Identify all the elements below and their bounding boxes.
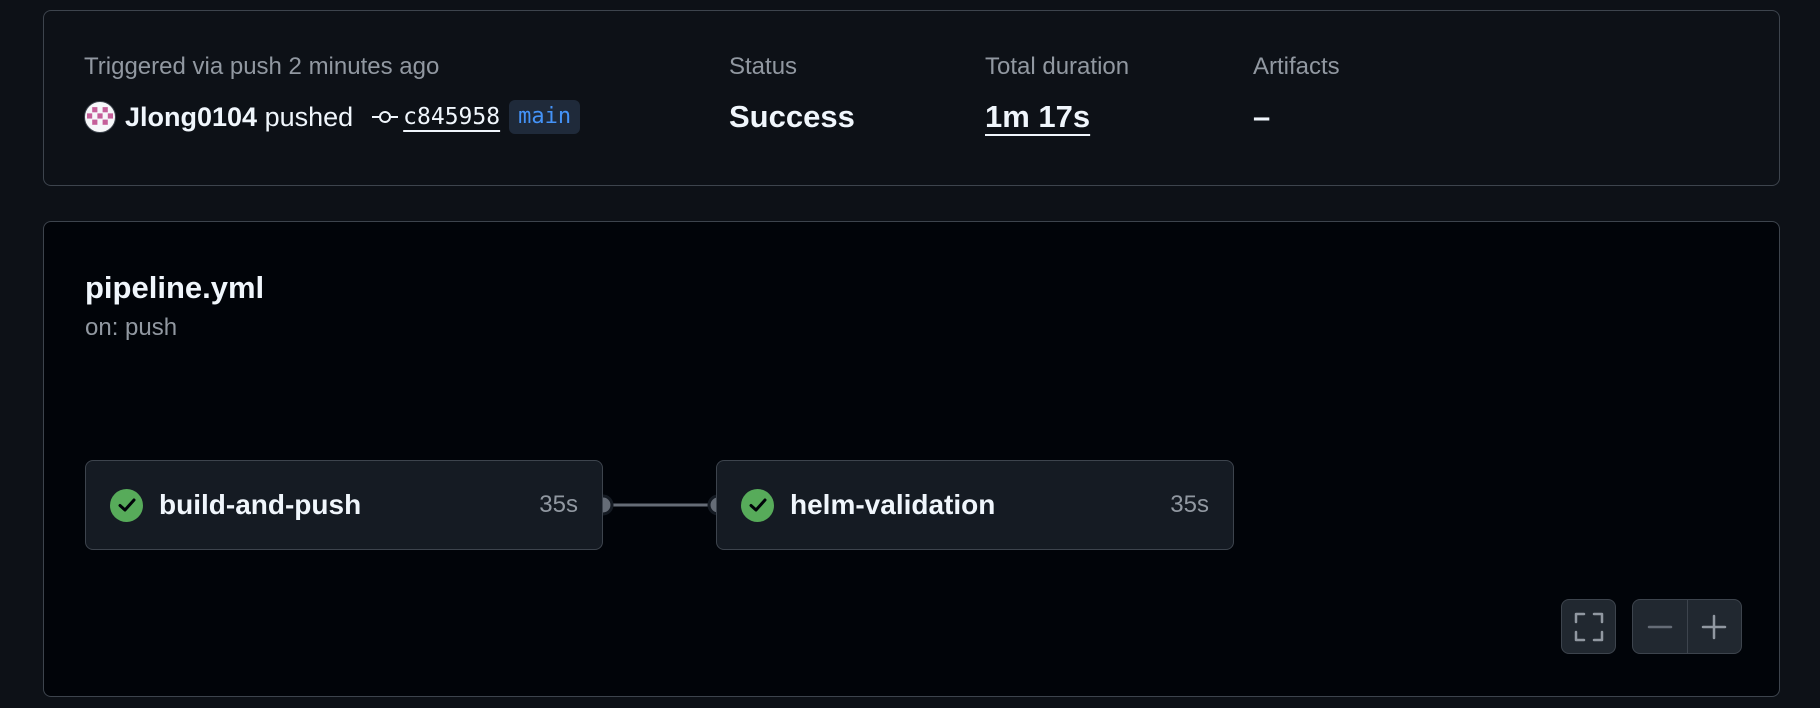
branch-label[interactable]: main (509, 100, 581, 134)
status-column: Status Success (729, 53, 855, 135)
run-summary-card: Triggered via push 2 minutes ago Jlong01… (43, 10, 1780, 186)
artifacts-label: Artifacts (1253, 53, 1340, 80)
artifacts-column: Artifacts – (1253, 53, 1340, 135)
job-connector (592, 494, 729, 516)
check-circle-icon (110, 488, 143, 522)
zoom-out-button[interactable] (1633, 600, 1688, 653)
workflow-trigger: on: push (85, 314, 178, 341)
artifacts-value: – (1253, 99, 1271, 134)
actor-action: pushed (264, 101, 354, 132)
trigger-details: Jlong0104 pushed c845958 main (84, 97, 581, 137)
identicon-icon (87, 107, 113, 125)
job-name: build-and-push (159, 489, 362, 520)
duration-value-link[interactable]: 1m 17s (985, 99, 1129, 135)
job-name: helm-validation (790, 489, 996, 520)
commit-sha-link[interactable]: c845958 (403, 104, 500, 130)
workflow-file-name: pipeline.yml (85, 270, 265, 305)
trigger-label: Triggered via push 2 minutes ago (84, 53, 440, 80)
actor-text: Jlong0104 pushed (125, 102, 353, 133)
zoom-controls (1632, 599, 1742, 654)
trigger-column: Triggered via push 2 minutes ago Jlong01… (84, 53, 581, 137)
minus-icon (1647, 625, 1672, 628)
job-duration: 35s (539, 491, 578, 518)
duration-label: Total duration (985, 53, 1130, 80)
git-commit-icon (371, 109, 399, 125)
fullscreen-button[interactable] (1561, 599, 1616, 654)
job-duration: 35s (1170, 491, 1209, 518)
job-node-build-and-push[interactable]: build-and-push 35s (85, 460, 603, 550)
zoom-in-button[interactable] (1688, 600, 1742, 653)
status-label: Status (729, 53, 798, 80)
fullscreen-icon (1574, 612, 1603, 641)
avatar[interactable] (84, 101, 116, 133)
check-circle-icon (741, 488, 774, 522)
duration-column: Total duration 1m 17s (985, 53, 1129, 135)
actor-name-link[interactable]: Jlong0104 (125, 102, 257, 132)
plus-icon (1702, 614, 1727, 639)
status-value: Success (729, 99, 855, 134)
workflow-graph-card: pipeline.yml on: push build-and-push 35s… (43, 221, 1780, 697)
job-node-helm-validation[interactable]: helm-validation 35s (716, 460, 1234, 550)
